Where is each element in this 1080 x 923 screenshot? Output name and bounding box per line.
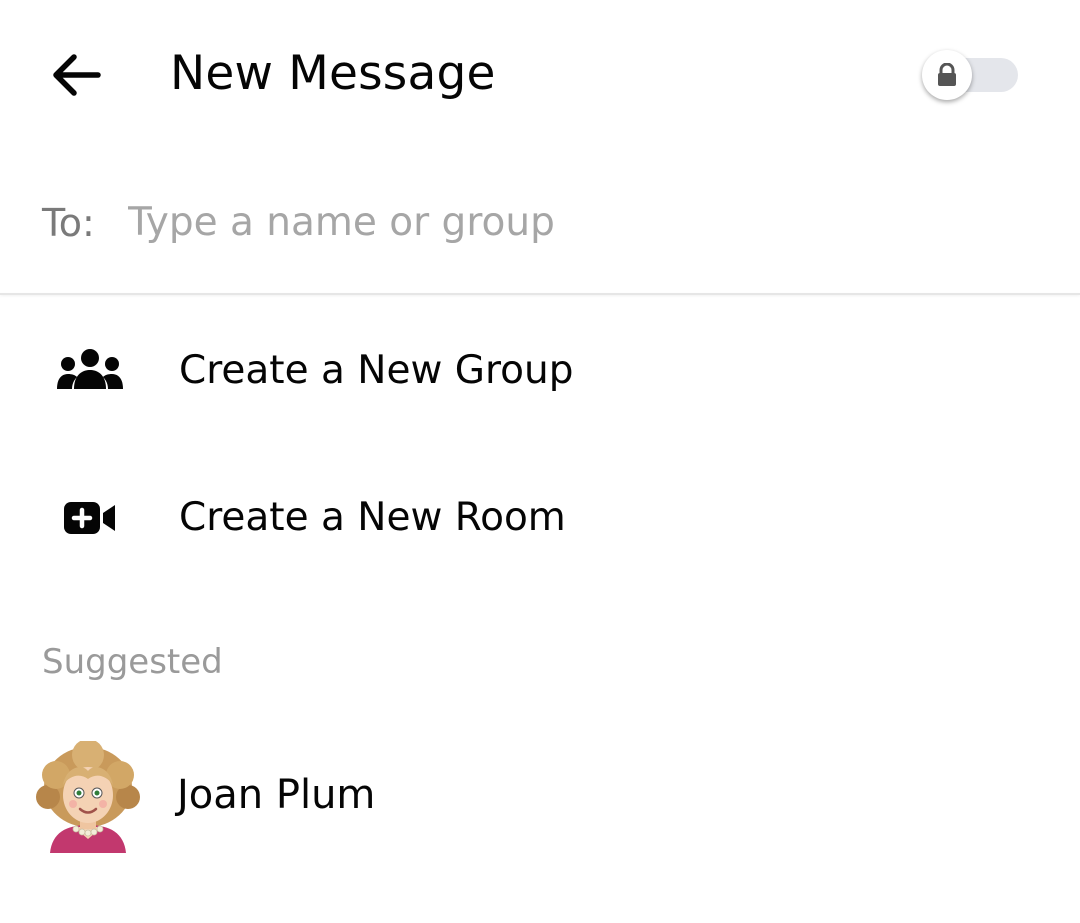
- lock-icon: [938, 63, 956, 86]
- back-button[interactable]: [40, 40, 110, 110]
- contact-row[interactable]: Joan Plum: [0, 735, 1080, 855]
- divider: [0, 293, 1080, 295]
- create-group-label: Create a New Group: [179, 348, 574, 393]
- contact-name: Joan Plum: [177, 772, 376, 818]
- toggle-knob[interactable]: [922, 50, 972, 100]
- recipient-row: To:: [0, 180, 1080, 266]
- create-room-button[interactable]: Create a New Room: [0, 463, 1080, 573]
- recipient-search-input[interactable]: [128, 194, 1028, 250]
- create-room-label: Create a New Room: [179, 495, 566, 540]
- page-title: New Message: [170, 46, 496, 101]
- secret-conversation-toggle[interactable]: [920, 50, 1024, 102]
- to-label: To:: [42, 201, 95, 245]
- header: New Message: [0, 0, 1080, 150]
- group-icon: [50, 341, 130, 401]
- avatar[interactable]: [36, 739, 140, 853]
- arrow-left-icon: [53, 54, 101, 96]
- create-group-button[interactable]: Create a New Group: [0, 316, 1080, 426]
- video-add-icon: [50, 488, 130, 548]
- suggested-heading: Suggested: [42, 642, 223, 682]
